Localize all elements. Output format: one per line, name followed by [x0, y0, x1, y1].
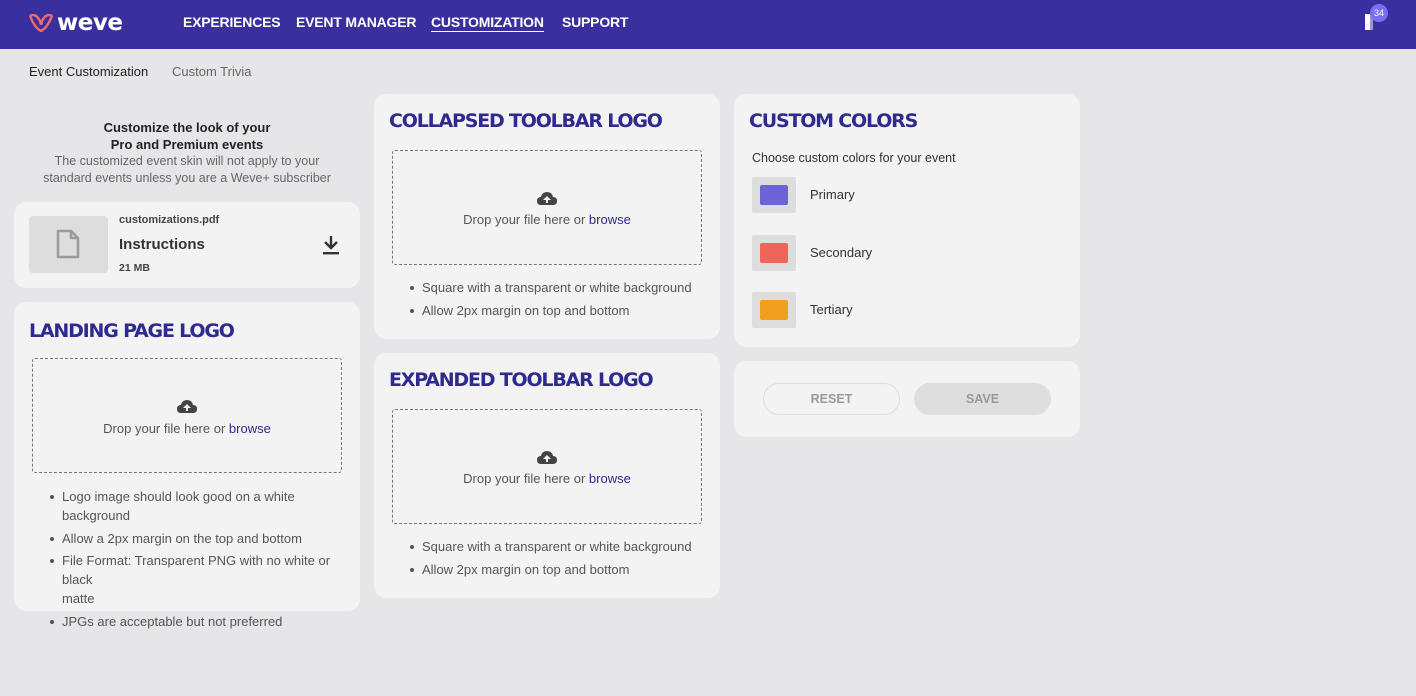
tab-custom-trivia[interactable]: Custom Trivia — [172, 64, 251, 79]
reset-button[interactable]: RESET — [763, 383, 900, 415]
guideline-item: Logo image should look good on a white b… — [48, 487, 348, 525]
secondary-color-label: Secondary — [810, 245, 873, 260]
intro-heading-line2: Pro and Premium events — [110, 137, 264, 152]
collapsed-logo-dropzone[interactable]: Drop your file here or browse — [392, 150, 702, 265]
guideline-item: Allow 2px margin on top and bottom — [408, 560, 708, 579]
instructions-file-card: customizations.pdf Instructions 21 MB — [14, 202, 360, 288]
drop-label: Drop your file here or — [463, 212, 589, 227]
dropzone-text: Drop your file here or browse — [393, 212, 701, 227]
landing-logo-dropzone[interactable]: Drop your file here or browse — [32, 358, 342, 473]
collapsed-logo-guidelines: Square with a transparent or white backg… — [408, 278, 708, 323]
tertiary-color-label: Tertiary — [810, 302, 853, 317]
cloud-upload-icon — [537, 192, 557, 205]
secondary-swatch — [760, 243, 788, 263]
collapsed-logo-title: COLLAPSED TOOLBAR LOGO — [389, 110, 663, 132]
weve-logo-icon — [29, 14, 53, 32]
top-navbar: weve EXPERIENCES EVENT MANAGER CUSTOMIZA… — [0, 0, 1416, 49]
file-size: 21 MB — [119, 262, 150, 274]
guideline-item: JPGs are acceptable but not preferred — [48, 612, 348, 631]
tertiary-color-picker[interactable] — [752, 292, 796, 328]
landing-logo-title: LANDING PAGE LOGO — [29, 320, 235, 342]
browse-link[interactable]: browse — [589, 212, 631, 227]
dropzone-text: Drop your file here or browse — [393, 471, 701, 486]
guideline-item-continued: matte — [62, 591, 95, 606]
drop-label: Drop your file here or — [463, 471, 589, 486]
logo-text: weve — [57, 10, 123, 36]
custom-colors-subtitle: Choose custom colors for your event — [752, 151, 956, 165]
actions-card: RESET SAVE — [734, 361, 1080, 437]
dropzone-text: Drop your file here or browse — [33, 421, 341, 436]
landing-logo-guidelines: Logo image should look good on a white b… — [48, 487, 348, 634]
custom-colors-title: CUSTOM COLORS — [749, 110, 918, 132]
browse-link[interactable]: browse — [229, 421, 271, 436]
cloud-upload-icon — [177, 400, 197, 413]
intro-note-line1: The customized event skin will not apply… — [54, 154, 320, 168]
custom-colors-card: CUSTOM COLORS Choose custom colors for y… — [734, 94, 1080, 347]
guideline-item: Square with a transparent or white backg… — [408, 278, 708, 297]
file-thumbnail — [29, 216, 108, 273]
nav-event-manager[interactable]: EVENT MANAGER — [296, 14, 416, 30]
guideline-item: Square with a transparent or white backg… — [408, 537, 708, 556]
tab-event-customization[interactable]: Event Customization — [29, 64, 148, 79]
primary-color-picker[interactable] — [752, 177, 796, 213]
document-icon — [56, 229, 80, 259]
guideline-item: File Format: Transparent PNG with no whi… — [48, 551, 348, 589]
expanded-logo-dropzone[interactable]: Drop your file here or browse — [392, 409, 702, 524]
cloud-upload-icon — [537, 451, 557, 464]
browse-link[interactable]: browse — [589, 471, 631, 486]
guideline-item: Allow 2px margin on top and bottom — [408, 301, 708, 320]
primary-color-label: Primary — [810, 187, 855, 202]
customization-intro: Customize the look of your Pro and Premi… — [14, 119, 360, 187]
intro-note-line2: standard events unless you are a Weve+ s… — [43, 171, 331, 185]
expanded-logo-title: EXPANDED TOOLBAR LOGO — [389, 369, 654, 391]
expanded-logo-card: EXPANDED TOOLBAR LOGO Drop your file her… — [374, 353, 720, 598]
save-button[interactable]: SAVE — [914, 383, 1051, 415]
collapsed-logo-card: COLLAPSED TOOLBAR LOGO Drop your file he… — [374, 94, 720, 339]
weve-logo[interactable]: weve — [28, 10, 123, 36]
download-icon[interactable] — [322, 235, 340, 255]
intro-heading-line1: Customize the look of your — [103, 120, 271, 135]
secondary-color-picker[interactable] — [752, 235, 796, 271]
primary-swatch — [760, 185, 788, 205]
nav-support[interactable]: SUPPORT — [562, 14, 628, 30]
drop-label: Drop your file here or — [103, 421, 229, 436]
file-name: customizations.pdf — [119, 214, 220, 226]
nav-customization[interactable]: CUSTOMIZATION — [431, 14, 544, 32]
expanded-logo-guidelines: Square with a transparent or white backg… — [408, 537, 708, 582]
tertiary-swatch — [760, 300, 788, 320]
nav-experiences[interactable]: EXPERIENCES — [183, 14, 281, 30]
guideline-item: Allow a 2px margin on the top and bottom — [48, 529, 348, 548]
file-title: Instructions — [119, 236, 205, 253]
landing-logo-card: LANDING PAGE LOGO Drop your file here or… — [14, 302, 360, 629]
notification-badge[interactable]: 34 — [1370, 4, 1388, 22]
